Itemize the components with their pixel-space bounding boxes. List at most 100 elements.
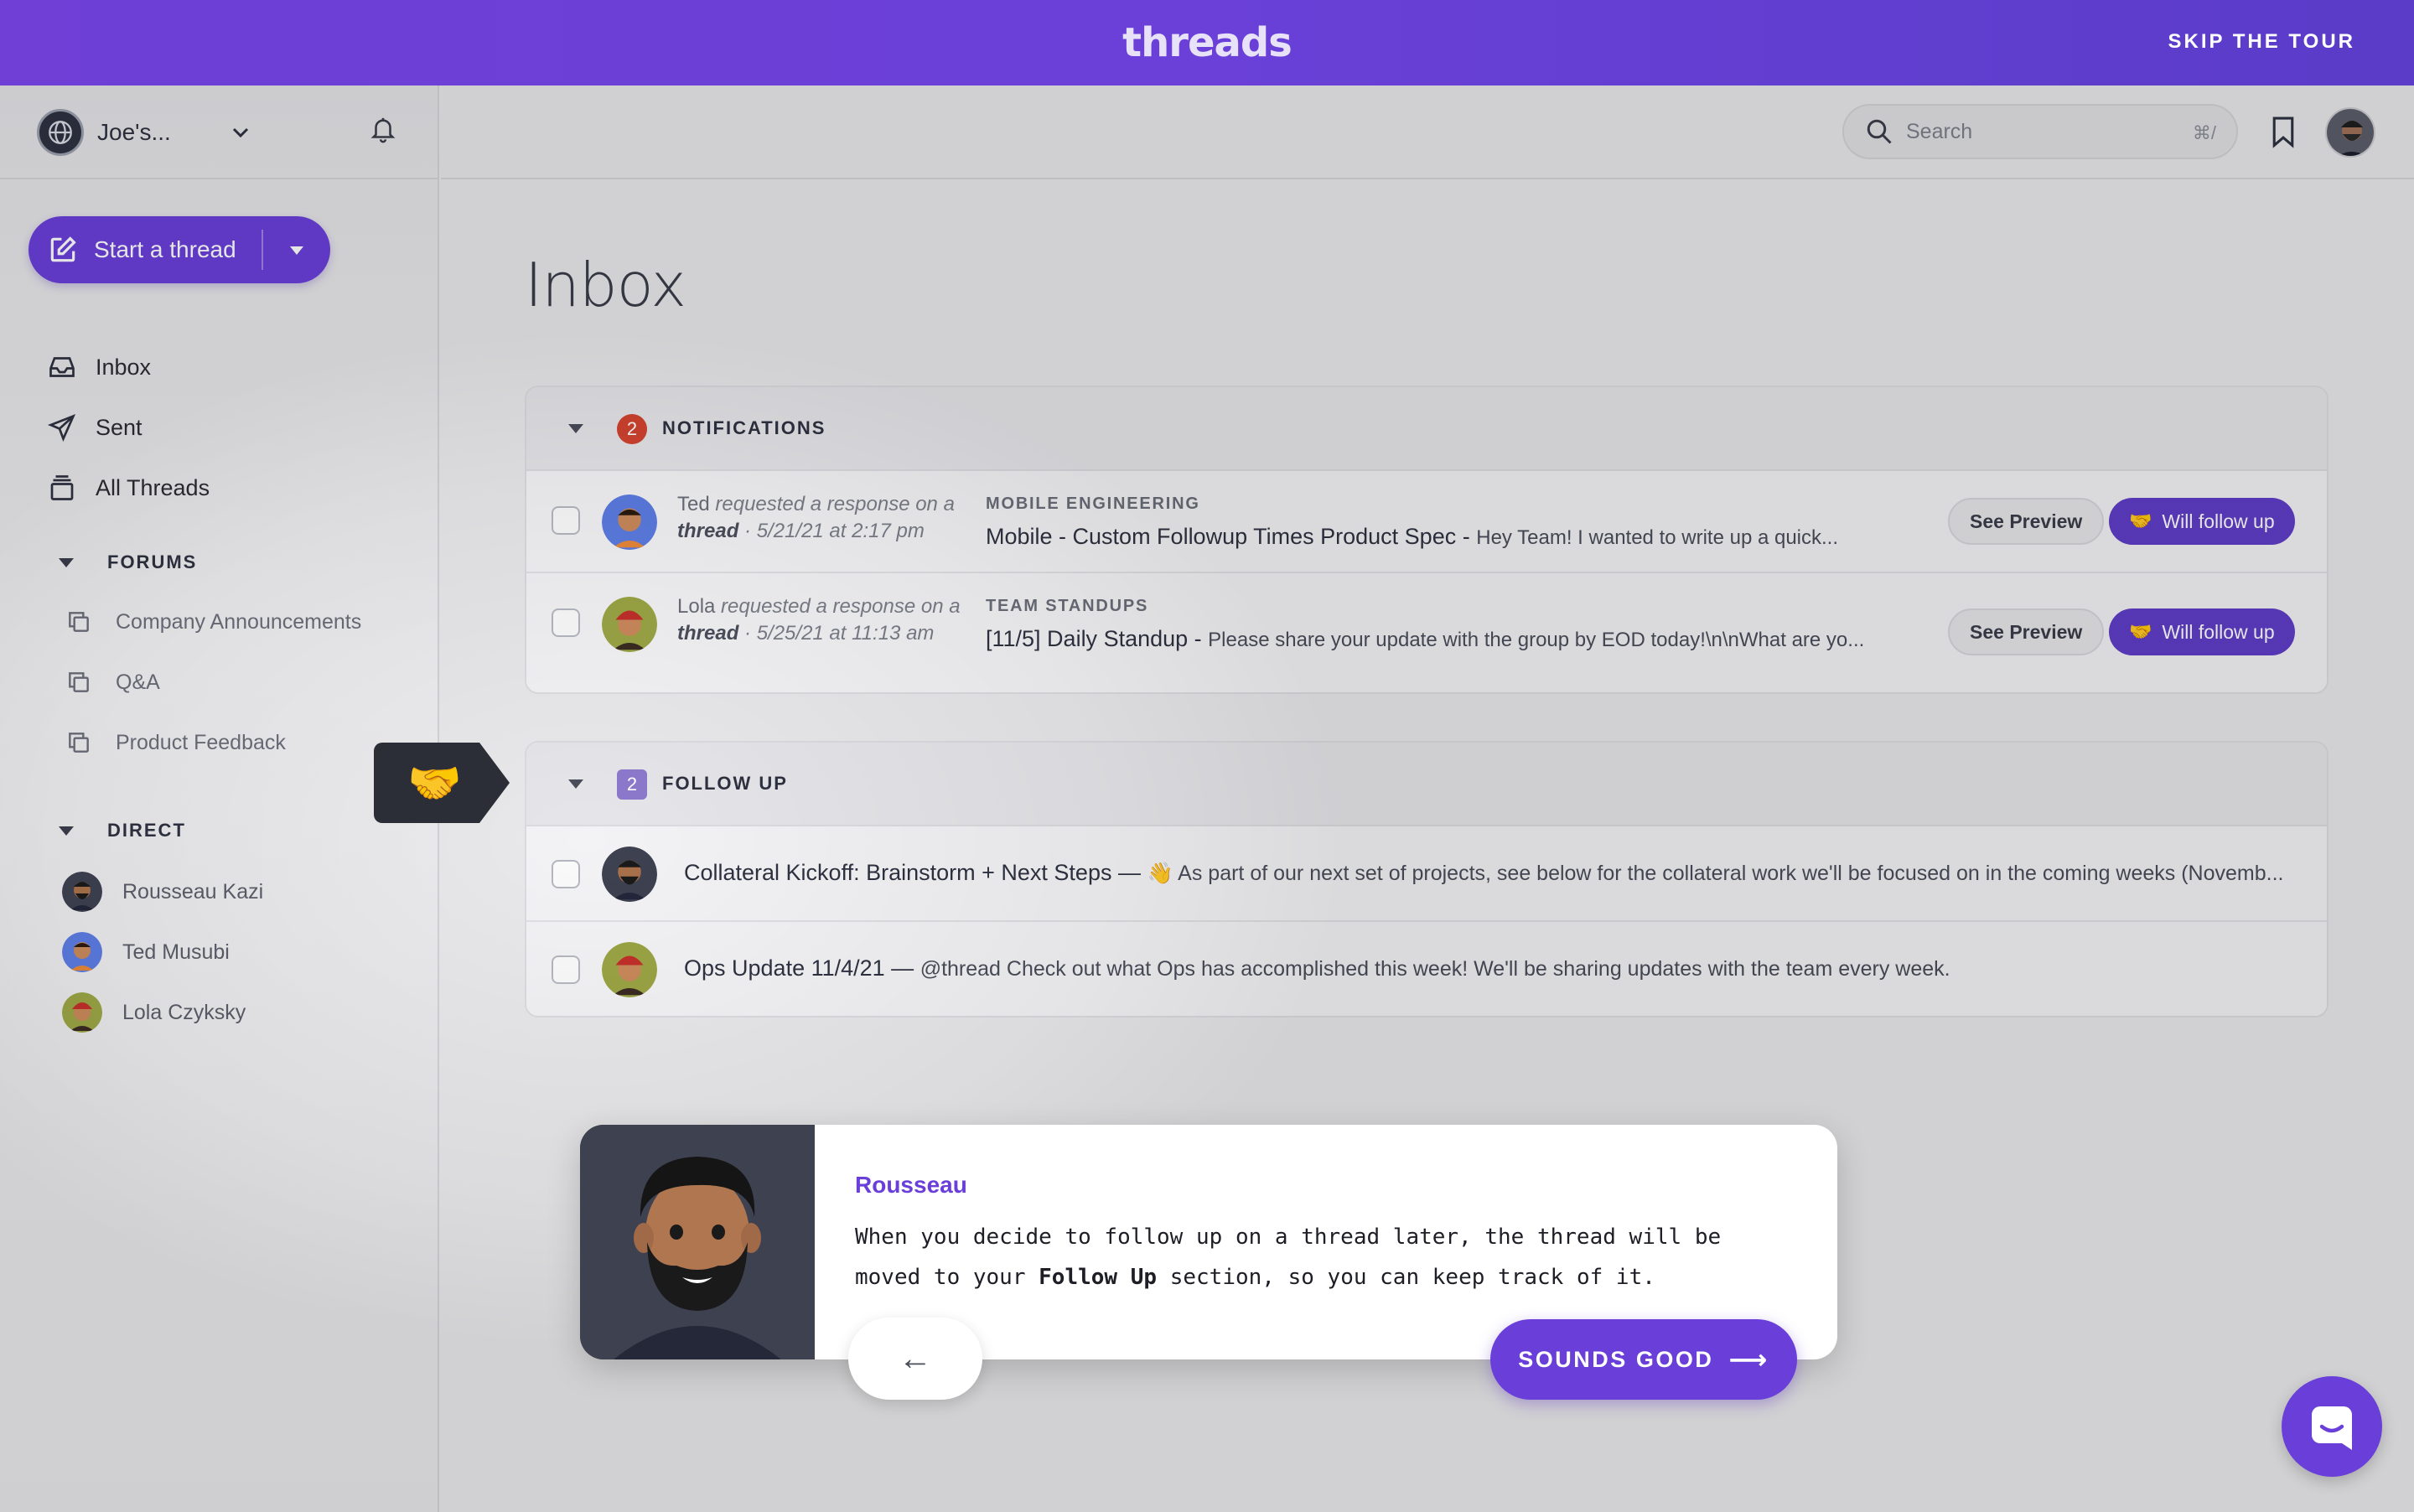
see-preview-button[interactable]: See Preview [1948, 498, 2105, 545]
nav-sent[interactable]: Sent [47, 409, 142, 446]
follow-up-row[interactable]: Ops Update 11/4/21 — @thread Check out w… [526, 922, 2327, 1016]
thread-line[interactable]: Mobile - Custom Followup Times Product S… [986, 524, 1866, 550]
caret-down-icon[interactable] [280, 238, 313, 263]
workspace-name: Joe's... [97, 119, 171, 145]
chat-launcher-button[interactable] [2282, 1376, 2382, 1477]
caret-down-icon[interactable] [568, 779, 583, 789]
sounds-good-button[interactable]: SOUNDS GOOD ⟶ [1490, 1319, 1797, 1400]
top-bar: ⌘/ [441, 85, 2414, 179]
notifications-header[interactable]: 2 NOTIFICATIONS [526, 387, 2327, 471]
row-checkbox[interactable] [552, 608, 580, 637]
notifications-count-badge: 2 [617, 414, 647, 444]
forum-product-feedback[interactable]: Product Feedback [65, 729, 286, 756]
sounds-good-label: SOUNDS GOOD [1518, 1346, 1714, 1372]
tour-message: When you decide to follow up on a thread… [855, 1217, 1794, 1297]
caret-down-icon [59, 826, 74, 836]
request-action: requested a response on [721, 595, 944, 618]
compose-icon [50, 236, 76, 262]
bell-icon[interactable] [369, 114, 399, 148]
forum-label: MOBILE ENGINEERING [986, 495, 1200, 513]
dm-ted-musubi[interactable]: Ted Musubi [62, 932, 230, 972]
thread-title: Collateral Kickoff: Brainstorm + Next St… [684, 860, 1141, 885]
requester-name: Ted [677, 493, 710, 515]
caret-down-icon [59, 557, 74, 567]
nav-inbox-label: Inbox [96, 354, 152, 380]
row-checkbox[interactable] [552, 506, 580, 535]
follow-label: Will follow up [2162, 510, 2275, 532]
direct-header: DIRECT [107, 820, 186, 841]
row-checkbox[interactable] [552, 860, 580, 888]
forum-qa[interactable]: Q&A [65, 669, 160, 696]
inbox-icon [49, 357, 75, 377]
search-box[interactable]: ⌘/ [1842, 104, 2238, 159]
notification-row[interactable]: Lola requested a response on a thread · … [526, 573, 2327, 692]
dm-label: Lola Czyksky [122, 1000, 246, 1024]
skip-tour-button[interactable]: SKIP THE TOUR [2168, 30, 2355, 54]
avatar [602, 847, 657, 902]
avatar [62, 932, 102, 972]
follow-up-header[interactable]: 2 FOLLOW UP [526, 743, 2327, 826]
forum-label: Q&A [116, 670, 160, 694]
forum-label: TEAM STANDUPS [986, 597, 1149, 615]
forum-copy-icon [69, 733, 89, 753]
chevron-down-icon[interactable] [231, 122, 250, 144]
will-follow-up-button[interactable]: 🤝 Will follow up [2109, 608, 2295, 655]
handshake-icon: 🤝 [2129, 621, 2152, 642]
row-checkbox[interactable] [552, 955, 580, 984]
notifications-section: 2 NOTIFICATIONS Ted requested a response… [525, 386, 2329, 694]
tour-handshake-marker: 🤝 [374, 743, 510, 823]
nav-inbox[interactable]: Inbox [47, 349, 151, 386]
forums-header: FORUMS [107, 551, 198, 572]
request-article: a [943, 493, 955, 515]
start-thread-button[interactable]: Start a thread [28, 216, 330, 283]
follow-up-row[interactable]: Collateral Kickoff: Brainstorm + Next St… [526, 826, 2327, 922]
request-text: Lola requested a response on a thread · … [677, 593, 962, 647]
thread-preview: 👋 As part of our next set of projects, s… [1147, 862, 2284, 885]
caret-down-icon[interactable] [568, 424, 583, 433]
requester-name: Lola [677, 595, 716, 618]
avatar [602, 597, 657, 652]
thread-line[interactable]: Collateral Kickoff: Brainstorm + Next St… [684, 860, 2310, 886]
tour-message-emphasis: Follow Up [1039, 1265, 1158, 1290]
dm-lola-czyksky[interactable]: Lola Czyksky [62, 992, 246, 1033]
thread-preview: Hey Team! I wanted to write up a quick..… [1476, 526, 1838, 549]
thread-preview: @thread Check out what Ops has accomplis… [919, 957, 1950, 981]
workspace-switcher[interactable]: Joe's... [0, 85, 438, 179]
notifications-title: NOTIFICATIONS [662, 417, 826, 438]
notification-row[interactable]: Ted requested a response on a thread · 5… [526, 471, 2327, 573]
follow-up-count-badge: 2 [617, 769, 647, 800]
thread-title: [11/5] Daily Standup - [986, 626, 1202, 651]
guide-name: Rousseau [855, 1172, 967, 1198]
page-title: Inbox [525, 250, 686, 320]
will-follow-up-button[interactable]: 🤝 Will follow up [2109, 498, 2295, 545]
threads-logo: threads [1122, 19, 1292, 66]
bookmark-icon[interactable] [2270, 116, 2300, 149]
thread-preview: Please share your update with the group … [1208, 629, 1865, 651]
forum-label: Product Feedback [116, 730, 286, 754]
guide-portrait [580, 1125, 815, 1359]
forum-label: Company Announcements [116, 609, 362, 634]
user-avatar[interactable] [2325, 107, 2375, 158]
avatar [62, 872, 102, 912]
direct-section-toggle[interactable]: DIRECT [59, 820, 186, 841]
forums-section-toggle[interactable]: FORUMS [59, 551, 197, 573]
search-shortcut: ⌘/ [2192, 122, 2216, 143]
forum-copy-icon [69, 612, 89, 632]
search-input[interactable] [1906, 119, 2174, 144]
dm-rousseau-kazi[interactable]: Rousseau Kazi [62, 872, 263, 912]
globe-icon [37, 109, 84, 156]
tour-banner: threads SKIP THE TOUR [0, 0, 2414, 85]
request-thread-word: thread [677, 622, 739, 645]
request-timestamp: · 5/25/21 at 11:13 am [744, 622, 935, 645]
thread-meta: MOBILE ENGINEERING Mobile - Custom Follo… [986, 495, 1866, 550]
avatar [602, 495, 657, 550]
nav-sent-label: Sent [96, 414, 142, 440]
nav-all-threads[interactable]: All Threads [47, 469, 210, 506]
tour-back-button[interactable]: ← [848, 1318, 982, 1400]
thread-line[interactable]: Ops Update 11/4/21 — @thread Check out w… [684, 955, 2310, 981]
thread-line[interactable]: [11/5] Daily Standup - Please share your… [986, 626, 1866, 652]
forum-company-announcements[interactable]: Company Announcements [65, 608, 361, 635]
nav-all-threads-label: All Threads [96, 474, 210, 500]
thread-title: Mobile - Custom Followup Times Product S… [986, 524, 1470, 549]
see-preview-button[interactable]: See Preview [1948, 608, 2105, 655]
